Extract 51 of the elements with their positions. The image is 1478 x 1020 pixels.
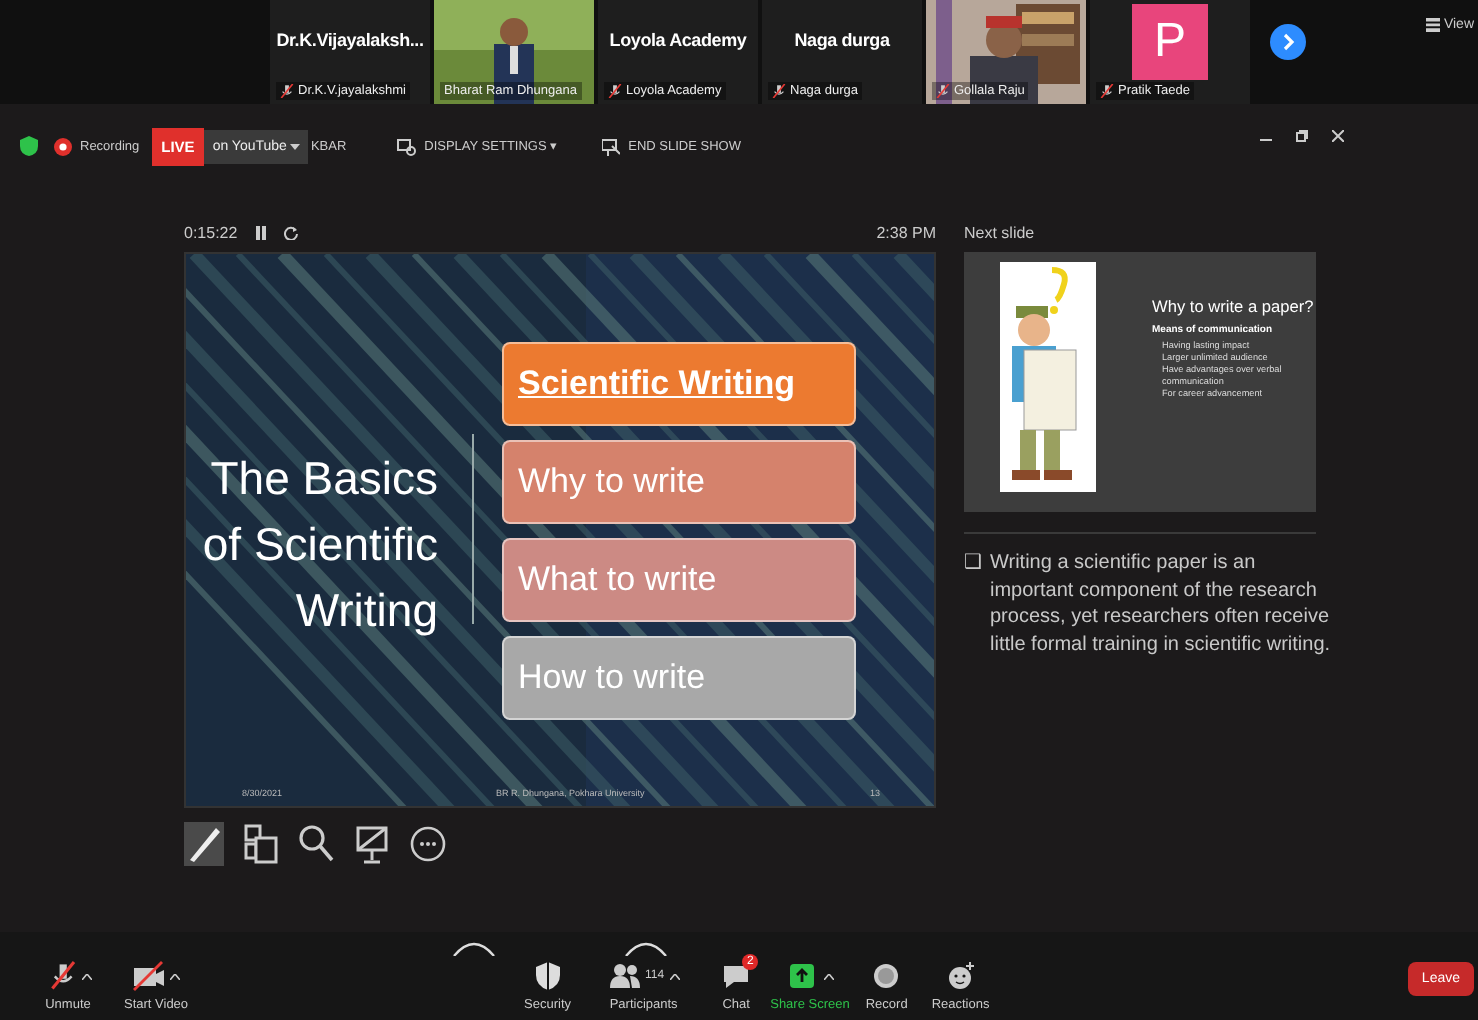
topic-box: What to write — [502, 538, 856, 622]
tool-button[interactable] — [240, 822, 280, 866]
pen-icon — [184, 822, 224, 866]
shield-icon — [20, 136, 38, 156]
notes-bullet: ❑ — [964, 550, 982, 578]
caret-icon[interactable] — [82, 973, 92, 979]
tool-button[interactable] — [352, 822, 392, 866]
record-icon — [870, 960, 903, 992]
video-off-icon — [132, 960, 165, 992]
more-icon — [408, 822, 448, 866]
arc-icon — [622, 940, 670, 956]
arc-icon — [450, 940, 498, 956]
participant-name: Loyola Academy — [609, 30, 747, 50]
participant-name: Dr.K.Vijayalaksh... — [276, 30, 424, 50]
topic-box: Why to write — [502, 440, 856, 524]
slides-icon — [240, 822, 280, 866]
search-icon — [296, 822, 336, 866]
thumbnail-title: Why to write a paper? — [1152, 296, 1312, 316]
pause-icon[interactable] — [255, 225, 266, 239]
recording-icon — [54, 137, 72, 155]
caret-icon[interactable] — [170, 973, 181, 979]
next-page-icon[interactable] — [1270, 24, 1306, 60]
next-slide-label: Next slide — [964, 221, 1037, 245]
people-icon — [607, 960, 640, 992]
monitor-icon — [352, 822, 392, 866]
slide-title-line: Writing — [295, 581, 438, 640]
tool-button[interactable] — [184, 822, 224, 866]
topic-box: How to write — [502, 636, 856, 720]
caret-icon[interactable] — [670, 973, 681, 979]
speaker-notes: Writing a scientific paper is an important component of the research process, yet researchers often receive little formal training in scientific writing. — [990, 550, 1333, 658]
tool-button[interactable] — [408, 822, 448, 866]
close-icon[interactable] — [1332, 130, 1344, 142]
slide-title-line: The Basics — [210, 449, 438, 507]
topic-box: Scientific Writing — [502, 342, 856, 426]
restart-icon[interactable] — [283, 225, 298, 239]
participant-name: Naga durga — [794, 30, 890, 50]
avatar: P — [1132, 4, 1208, 80]
smiley-add-icon — [944, 960, 977, 992]
elapsed-timer: 0:15:22 — [184, 223, 238, 241]
chat-icon — [720, 960, 753, 992]
share-screen-icon — [785, 960, 818, 992]
caret-icon[interactable] — [823, 973, 834, 979]
grid-icon — [1425, 18, 1440, 32]
clock: 2:38 PM — [876, 223, 936, 241]
tool-button[interactable] — [296, 822, 336, 866]
caret-icon — [290, 143, 301, 149]
shield-icon — [531, 960, 564, 992]
restore-icon[interactable] — [1296, 130, 1308, 142]
slide-title-line: of Scientific — [202, 515, 438, 573]
end-show-icon — [602, 137, 621, 155]
display-icon — [396, 137, 417, 155]
